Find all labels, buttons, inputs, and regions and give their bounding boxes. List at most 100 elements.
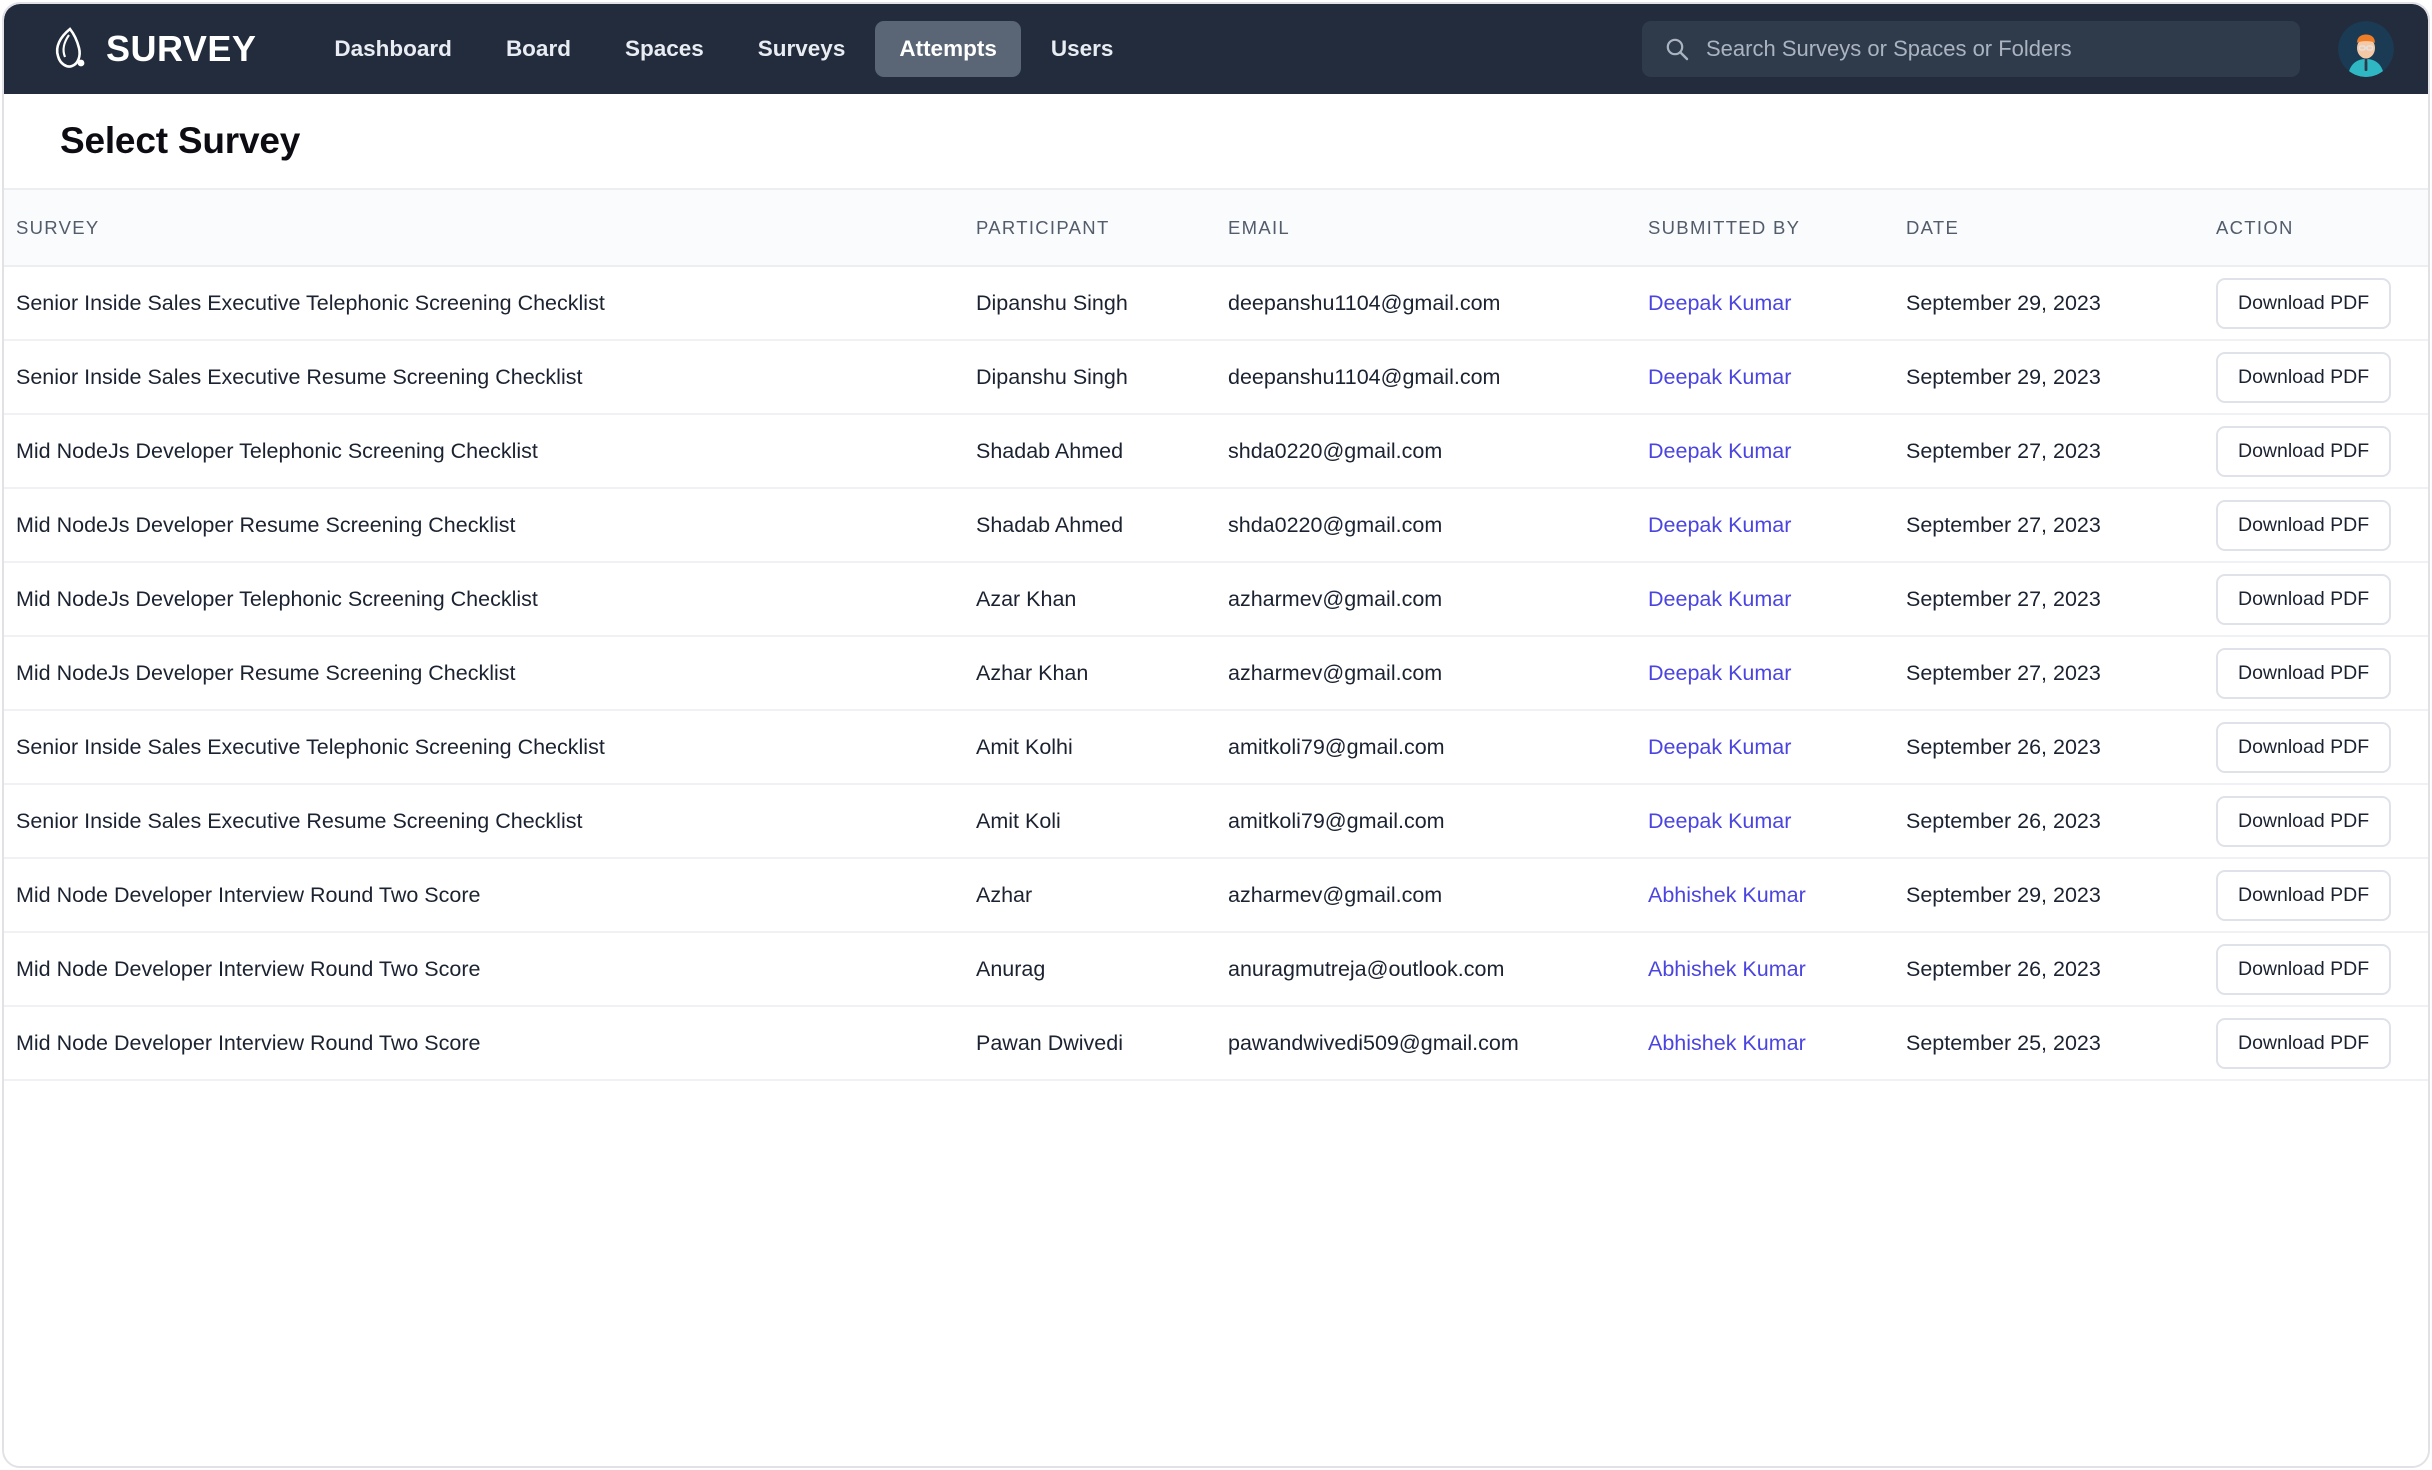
- download-pdf-button[interactable]: Download PDF: [2216, 795, 2392, 847]
- page-header: Select Survey: [4, 94, 2428, 190]
- cell-participant: Dipanshu Singh: [964, 340, 1216, 415]
- brand-logo-link[interactable]: SURVEY: [50, 27, 256, 71]
- cell-submitted-by: Abhishek Kumar: [1636, 1006, 1894, 1081]
- attempts-table: SURVEY PARTICIPANT EMAIL SUBMITTED BY DA…: [4, 190, 2428, 1081]
- column-header-email: EMAIL: [1216, 190, 1636, 267]
- nav-item-board[interactable]: Board: [482, 21, 595, 77]
- download-pdf-button[interactable]: Download PDF: [2216, 943, 2392, 995]
- cell-email: amitkoli79@gmail.com: [1216, 710, 1636, 785]
- cell-action: Download PDF: [2204, 932, 2428, 1007]
- cell-date: September 27, 2023: [1894, 414, 2204, 489]
- table-row: Mid NodeJs Developer Telephonic Screenin…: [4, 414, 2428, 489]
- table-row: Mid Node Developer Interview Round Two S…: [4, 1006, 2428, 1081]
- cell-action: Download PDF: [2204, 414, 2428, 489]
- cell-email: pawandwivedi509@gmail.com: [1216, 1006, 1636, 1081]
- download-pdf-button[interactable]: Download PDF: [2216, 647, 2392, 699]
- submitted-by-link[interactable]: Abhishek Kumar: [1648, 1031, 1806, 1055]
- top-navigation-bar: SURVEY Dashboard Board Spaces Surveys At…: [4, 4, 2428, 94]
- cell-survey-name: Mid NodeJs Developer Telephonic Screenin…: [4, 562, 964, 637]
- cell-participant: Amit Koli: [964, 784, 1216, 859]
- cell-survey-name: Mid Node Developer Interview Round Two S…: [4, 932, 964, 1007]
- cell-date: September 25, 2023: [1894, 1006, 2204, 1081]
- cell-action: Download PDF: [2204, 340, 2428, 415]
- submitted-by-link[interactable]: Deepak Kumar: [1648, 809, 1791, 833]
- table-row: Senior Inside Sales Executive Resume Scr…: [4, 340, 2428, 415]
- nav-item-users[interactable]: Users: [1027, 21, 1138, 77]
- table-header-row: SURVEY PARTICIPANT EMAIL SUBMITTED BY DA…: [4, 190, 2428, 267]
- cell-submitted-by: Abhishek Kumar: [1636, 932, 1894, 1007]
- cell-participant: Azar Khan: [964, 562, 1216, 637]
- cell-date: September 27, 2023: [1894, 488, 2204, 563]
- search-input[interactable]: Search Surveys or Spaces or Folders: [1642, 21, 2300, 77]
- cell-action: Download PDF: [2204, 710, 2428, 785]
- cell-participant: Pawan Dwivedi: [964, 1006, 1216, 1081]
- cell-action: Download PDF: [2204, 858, 2428, 933]
- submitted-by-link[interactable]: Deepak Kumar: [1648, 365, 1791, 389]
- nav-item-attempts[interactable]: Attempts: [875, 21, 1021, 77]
- download-pdf-button[interactable]: Download PDF: [2216, 499, 2392, 551]
- download-pdf-button[interactable]: Download PDF: [2216, 869, 2392, 921]
- cell-participant: Dipanshu Singh: [964, 266, 1216, 341]
- user-avatar[interactable]: [2338, 21, 2394, 77]
- table-row: Senior Inside Sales Executive Telephonic…: [4, 710, 2428, 785]
- column-header-survey: SURVEY: [4, 190, 964, 267]
- cell-participant: Anurag: [964, 932, 1216, 1007]
- nav-item-surveys[interactable]: Surveys: [734, 21, 870, 77]
- cell-email: shda0220@gmail.com: [1216, 488, 1636, 563]
- cell-survey-name: Senior Inside Sales Executive Telephonic…: [4, 266, 964, 341]
- cell-date: September 26, 2023: [1894, 932, 2204, 1007]
- cell-action: Download PDF: [2204, 636, 2428, 711]
- download-pdf-button[interactable]: Download PDF: [2216, 351, 2392, 403]
- cell-email: azharmev@gmail.com: [1216, 858, 1636, 933]
- cell-submitted-by: Deepak Kumar: [1636, 414, 1894, 489]
- cell-submitted-by: Deepak Kumar: [1636, 266, 1894, 341]
- submitted-by-link[interactable]: Deepak Kumar: [1648, 439, 1791, 463]
- download-pdf-button[interactable]: Download PDF: [2216, 1017, 2392, 1069]
- cell-submitted-by: Deepak Kumar: [1636, 636, 1894, 711]
- cell-date: September 29, 2023: [1894, 266, 2204, 341]
- cell-participant: Azhar Khan: [964, 636, 1216, 711]
- cell-survey-name: Mid Node Developer Interview Round Two S…: [4, 1006, 964, 1081]
- table-row: Mid Node Developer Interview Round Two S…: [4, 858, 2428, 933]
- submitted-by-link[interactable]: Deepak Kumar: [1648, 291, 1791, 315]
- cell-email: azharmev@gmail.com: [1216, 562, 1636, 637]
- column-header-submitted-by: SUBMITTED BY: [1636, 190, 1894, 267]
- cell-date: September 27, 2023: [1894, 562, 2204, 637]
- submitted-by-link[interactable]: Abhishek Kumar: [1648, 883, 1806, 907]
- submitted-by-link[interactable]: Deepak Kumar: [1648, 587, 1791, 611]
- cell-submitted-by: Deepak Kumar: [1636, 710, 1894, 785]
- cell-action: Download PDF: [2204, 562, 2428, 637]
- cell-date: September 29, 2023: [1894, 858, 2204, 933]
- brand-name: SURVEY: [106, 28, 257, 69]
- column-header-date: DATE: [1894, 190, 2204, 267]
- download-pdf-button[interactable]: Download PDF: [2216, 277, 2392, 329]
- column-header-participant: PARTICIPANT: [964, 190, 1216, 267]
- cell-survey-name: Senior Inside Sales Executive Resume Scr…: [4, 340, 964, 415]
- app-window: SURVEY Dashboard Board Spaces Surveys At…: [2, 2, 2430, 1468]
- cell-submitted-by: Deepak Kumar: [1636, 784, 1894, 859]
- cell-date: September 29, 2023: [1894, 340, 2204, 415]
- cell-email: deepanshu1104@gmail.com: [1216, 340, 1636, 415]
- submitted-by-link[interactable]: Deepak Kumar: [1648, 513, 1791, 537]
- search-icon: [1664, 36, 1690, 62]
- nav-item-spaces[interactable]: Spaces: [601, 21, 728, 77]
- nav-item-dashboard[interactable]: Dashboard: [310, 21, 476, 77]
- table-row: Mid NodeJs Developer Telephonic Screenin…: [4, 562, 2428, 637]
- table-row: Mid NodeJs Developer Resume Screening Ch…: [4, 636, 2428, 711]
- submitted-by-link[interactable]: Deepak Kumar: [1648, 661, 1791, 685]
- submitted-by-link[interactable]: Deepak Kumar: [1648, 735, 1791, 759]
- cell-date: September 26, 2023: [1894, 710, 2204, 785]
- cell-email: deepanshu1104@gmail.com: [1216, 266, 1636, 341]
- cell-survey-name: Senior Inside Sales Executive Resume Scr…: [4, 784, 964, 859]
- download-pdf-button[interactable]: Download PDF: [2216, 721, 2392, 773]
- cell-email: azharmev@gmail.com: [1216, 636, 1636, 711]
- cell-submitted-by: Abhishek Kumar: [1636, 858, 1894, 933]
- column-header-action: ACTION: [2204, 190, 2428, 267]
- download-pdf-button[interactable]: Download PDF: [2216, 425, 2392, 477]
- cell-survey-name: Mid Node Developer Interview Round Two S…: [4, 858, 964, 933]
- cell-date: September 26, 2023: [1894, 784, 2204, 859]
- download-pdf-button[interactable]: Download PDF: [2216, 573, 2392, 625]
- submitted-by-link[interactable]: Abhishek Kumar: [1648, 957, 1806, 981]
- table-row: Senior Inside Sales Executive Telephonic…: [4, 266, 2428, 341]
- cell-participant: Shadab Ahmed: [964, 414, 1216, 489]
